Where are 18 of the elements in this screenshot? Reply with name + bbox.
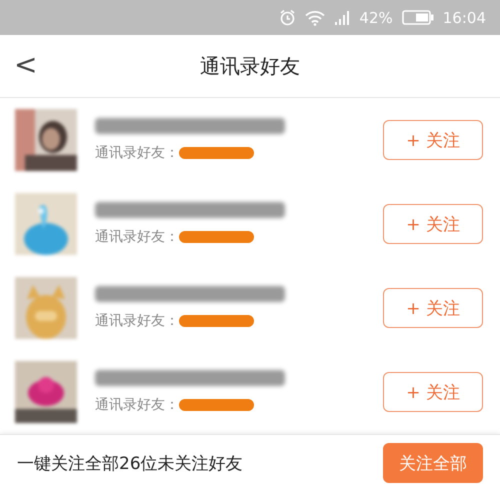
follow-button[interactable]: + 关注 — [383, 372, 483, 412]
clock-time: 16:04 — [442, 8, 486, 26]
wifi-icon — [305, 10, 326, 26]
battery-percent: 42% — [359, 8, 393, 26]
follow-button[interactable]: + 关注 — [383, 120, 483, 160]
follow-button[interactable]: + 关注 — [383, 204, 483, 244]
page-title: 通讯录好友 — [199, 52, 301, 80]
contact-source-label: 通讯录好友： — [95, 312, 179, 330]
contact-source-label: 通讯录好友： — [95, 144, 179, 162]
contact-source-label: 通讯录好友： — [95, 396, 179, 414]
follow-button[interactable]: + 关注 — [383, 288, 483, 328]
signal-icon — [334, 10, 350, 26]
battery-icon — [402, 10, 434, 25]
back-button[interactable]: < — [0, 48, 50, 84]
follow-all-button[interactable]: 关注全部 — [383, 443, 483, 483]
alarm-clock-icon — [279, 9, 296, 26]
follow-all-summary: 一键关注全部26位未关注好友 — [17, 452, 243, 474]
contact-source-label: 通讯录好友： — [95, 228, 179, 246]
